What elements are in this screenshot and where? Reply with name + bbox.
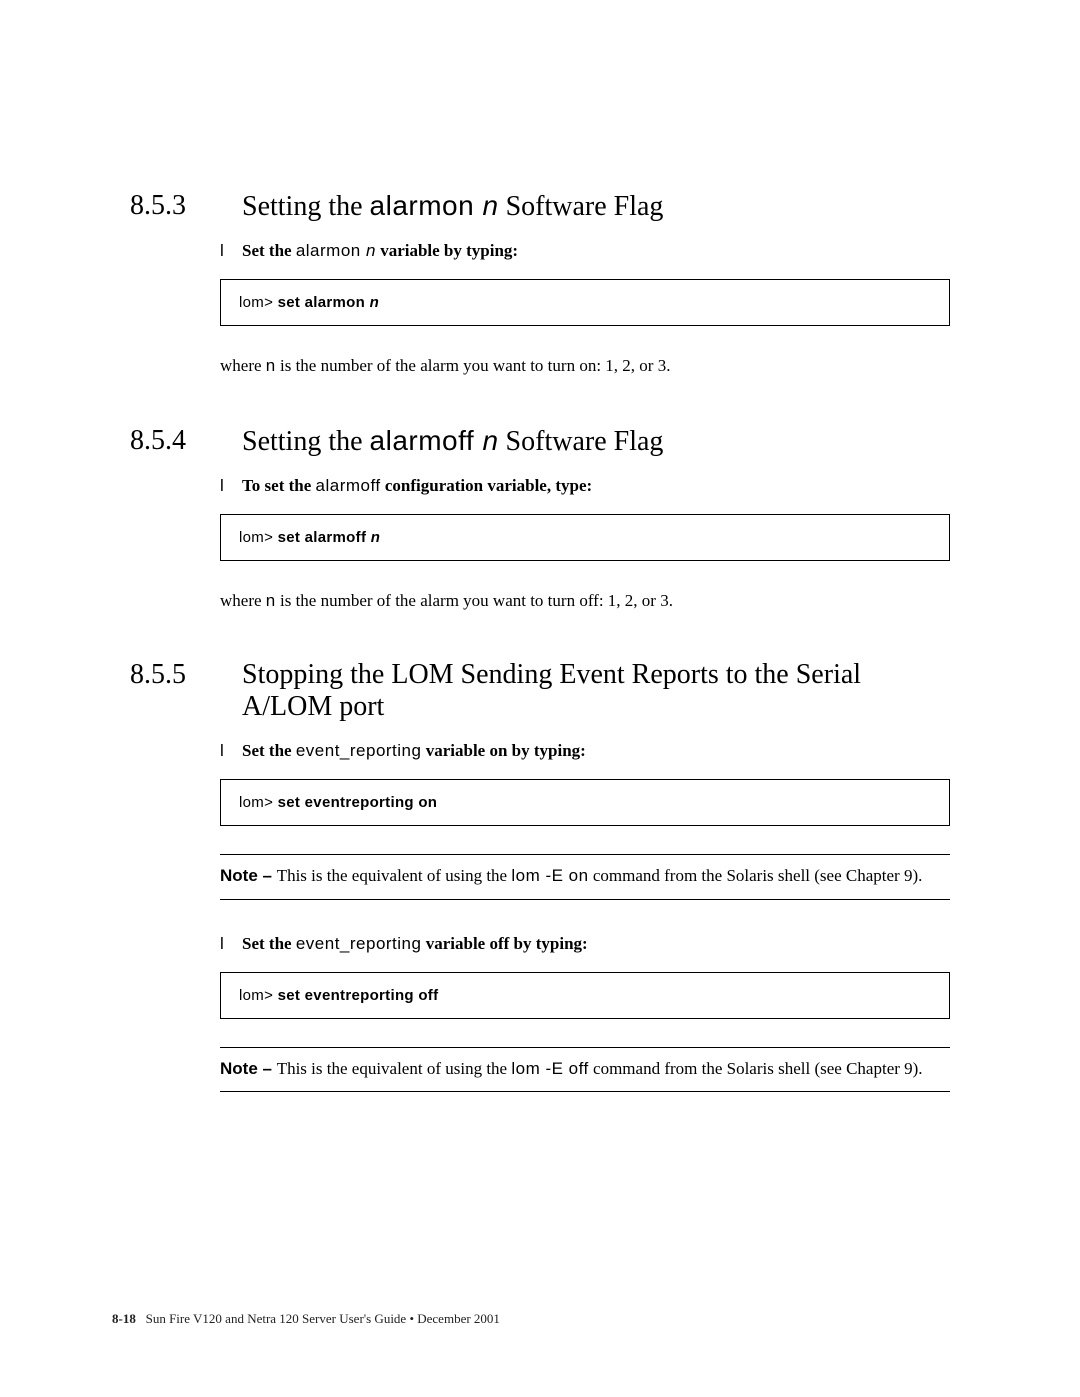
instruction-line: l Set the alarmon n variable by typing: <box>220 241 950 261</box>
section-number: 8.5.4 <box>130 425 242 458</box>
instruction-text: To set the alarmoff configuration variab… <box>242 476 950 496</box>
section-body: l To set the alarmoff configuration vari… <box>220 476 950 614</box>
page-footer: 8-18 Sun Fire V120 and Netra 120 Server … <box>112 1311 500 1327</box>
instruction-line: l Set the event_reporting variable on by… <box>220 741 950 761</box>
section-body: l Set the alarmon n variable by typing: … <box>220 241 950 379</box>
page-number: 8-18 <box>112 1311 136 1326</box>
instruction-text: Set the event_reporting variable off by … <box>242 934 950 954</box>
section-title: Setting the alarmoff n Software Flag <box>242 425 950 458</box>
code-block: lom> set alarmon n <box>220 279 950 326</box>
section-title: Setting the alarmon n Software Flag <box>242 190 950 223</box>
instruction-text: Set the event_reporting variable on by t… <box>242 741 950 761</box>
bullet-icon: l <box>220 241 242 261</box>
bullet-icon: l <box>220 741 242 761</box>
section-heading: 8.5.4 Setting the alarmoff n Software Fl… <box>130 425 950 458</box>
note-block: Note – This is the equivalent of using t… <box>220 854 950 900</box>
paragraph: where n is the number of the alarm you w… <box>220 589 950 614</box>
section-heading: 8.5.3 Setting the alarmon n Software Fla… <box>130 190 950 223</box>
section-number: 8.5.5 <box>130 659 242 723</box>
instruction-line: l Set the event_reporting variable off b… <box>220 934 950 954</box>
bullet-icon: l <box>220 476 242 496</box>
section-title: Stopping the LOM Sending Event Reports t… <box>242 659 950 723</box>
code-block: lom> set eventreporting off <box>220 972 950 1019</box>
code-block: lom> set alarmoff n <box>220 514 950 561</box>
footer-text: Sun Fire V120 and Netra 120 Server User'… <box>146 1311 500 1326</box>
instruction-line: l To set the alarmoff configuration vari… <box>220 476 950 496</box>
section-heading: 8.5.5 Stopping the LOM Sending Event Rep… <box>130 659 950 723</box>
note-block: Note – This is the equivalent of using t… <box>220 1047 950 1093</box>
paragraph: where n is the number of the alarm you w… <box>220 354 950 379</box>
bullet-icon: l <box>220 934 242 954</box>
section-number: 8.5.3 <box>130 190 242 223</box>
document-page: 8.5.3 Setting the alarmon n Software Fla… <box>0 0 1080 1397</box>
code-block: lom> set eventreporting on <box>220 779 950 826</box>
section-body: l Set the event_reporting variable on by… <box>220 741 950 1092</box>
instruction-text: Set the alarmon n variable by typing: <box>242 241 950 261</box>
